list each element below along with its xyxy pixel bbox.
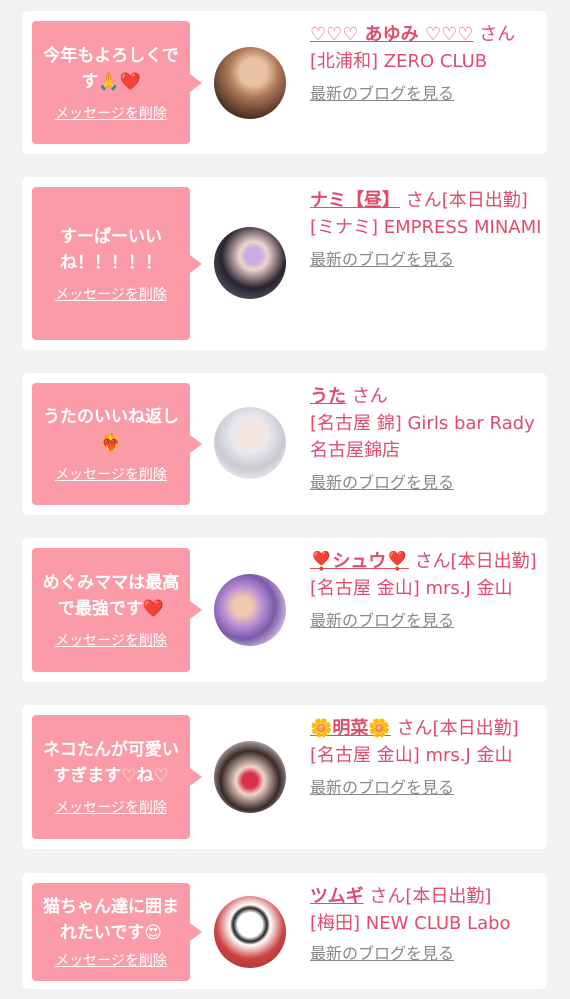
message-bubble: 猫ちゃん達に囲まれたいです😍 メッセージを削除 bbox=[32, 883, 202, 981]
sender-suffix: さん bbox=[479, 24, 516, 45]
sender-name-link[interactable]: 🌼明菜🌼 bbox=[310, 718, 391, 739]
delete-message-link[interactable]: メッセージを削除 bbox=[55, 950, 167, 970]
shop-label: [名古屋 錦] Girls bar Rady 名古屋錦店 bbox=[310, 413, 535, 461]
blog-link[interactable]: 最新のブログを見る bbox=[310, 610, 542, 632]
sender-info: ❣️シュウ❣️ さん[本日出勤] [名古屋 金山] mrs.J 金山 最新のブロ… bbox=[310, 548, 542, 632]
message-bubble: ネコたんが可愛いすぎます♡ね♡ メッセージを削除 bbox=[32, 715, 202, 839]
message-bubble: めぐみママは最高で最強です❤️ メッセージを削除 bbox=[32, 548, 202, 672]
message-card: うたのいいね返し❤️‍🔥 メッセージを削除 うた さん [名古屋 錦] Girl… bbox=[22, 373, 547, 515]
delete-message-link[interactable]: メッセージを削除 bbox=[55, 284, 167, 304]
sender-name-link[interactable]: ♡♡♡ あゆみ ♡♡♡ bbox=[310, 24, 473, 45]
message-card: ネコたんが可愛いすぎます♡ね♡ メッセージを削除 🌼明菜🌼 さん[本日出勤] [… bbox=[22, 705, 547, 849]
sender-info: ナミ【昼】 さん[本日出勤] [ミナミ] EMPRESS MINAMI 最新のブ… bbox=[310, 187, 542, 271]
sender-suffix: さん bbox=[351, 386, 388, 407]
delete-message-link[interactable]: メッセージを削除 bbox=[55, 797, 167, 817]
avatar[interactable] bbox=[214, 896, 286, 968]
delete-message-link[interactable]: メッセージを削除 bbox=[55, 103, 167, 123]
shop-label: [名古屋 金山] mrs.J 金山 bbox=[310, 578, 513, 599]
message-card: すーぱーいいね！！！！！ メッセージを削除 ナミ【昼】 さん[本日出勤] [ミナ… bbox=[22, 177, 547, 350]
sender-name-link[interactable]: ❣️シュウ❣️ bbox=[310, 551, 409, 572]
sender-info: 🌼明菜🌼 さん[本日出勤] [名古屋 金山] mrs.J 金山 最新のブログを見… bbox=[310, 715, 542, 799]
sender-suffix: さん[本日出勤] bbox=[405, 190, 528, 211]
shop-label: [ミナミ] EMPRESS MINAMI bbox=[310, 217, 542, 238]
blog-link[interactable]: 最新のブログを見る bbox=[310, 777, 542, 799]
message-text: ネコたんが可愛いすぎます♡ね♡ bbox=[43, 740, 179, 786]
shop-label: [名古屋 金山] mrs.J 金山 bbox=[310, 745, 513, 766]
blog-link[interactable]: 最新のブログを見る bbox=[310, 943, 542, 965]
sender-suffix: さん[本日出勤] bbox=[369, 886, 492, 907]
sender-name-link[interactable]: うた bbox=[310, 386, 346, 407]
sender-suffix: さん[本日出勤] bbox=[414, 551, 537, 572]
avatar[interactable] bbox=[214, 574, 286, 646]
blog-link[interactable]: 最新のブログを見る bbox=[310, 83, 542, 105]
blog-link[interactable]: 最新のブログを見る bbox=[310, 249, 542, 271]
sender-suffix: さん[本日出勤] bbox=[396, 718, 519, 739]
message-text: すーぱーいいね！！！！！ bbox=[60, 226, 162, 273]
message-card: 今年もよろしくです🙏❤️ メッセージを削除 ♡♡♡ あゆみ ♡♡♡ さん [北浦… bbox=[22, 11, 547, 154]
message-text: うたのいいね返し❤️‍🔥 bbox=[43, 407, 179, 453]
delete-message-link[interactable]: メッセージを削除 bbox=[55, 630, 167, 650]
message-text: 今年もよろしくです🙏❤️ bbox=[43, 45, 179, 92]
message-bubble: うたのいいね返し❤️‍🔥 メッセージを削除 bbox=[32, 383, 202, 505]
message-card: めぐみママは最高で最強です❤️ メッセージを削除 ❣️シュウ❣️ さん[本日出勤… bbox=[22, 538, 547, 682]
shop-label: [北浦和] ZERO CLUB bbox=[310, 51, 488, 72]
message-card: 猫ちゃん達に囲まれたいです😍 メッセージを削除 ツムギ さん[本日出勤] [梅田… bbox=[22, 873, 547, 989]
sender-info: ♡♡♡ あゆみ ♡♡♡ さん [北浦和] ZERO CLUB 最新のブログを見る bbox=[310, 21, 542, 105]
sender-info: うた さん [名古屋 錦] Girls bar Rady 名古屋錦店 最新のブロ… bbox=[310, 383, 542, 494]
message-bubble: 今年もよろしくです🙏❤️ メッセージを削除 bbox=[32, 21, 202, 144]
sender-name-link[interactable]: ツムギ bbox=[310, 886, 364, 907]
blog-link[interactable]: 最新のブログを見る bbox=[310, 472, 542, 494]
message-text: めぐみママは最高で最強です❤️ bbox=[42, 573, 180, 619]
sender-name-link[interactable]: ナミ【昼】 bbox=[310, 190, 400, 211]
avatar[interactable] bbox=[214, 407, 286, 479]
message-text: 猫ちゃん達に囲まれたいです😍 bbox=[43, 897, 179, 943]
avatar[interactable] bbox=[214, 741, 286, 813]
avatar[interactable] bbox=[214, 47, 286, 119]
message-bubble: すーぱーいいね！！！！！ メッセージを削除 bbox=[32, 187, 202, 340]
sender-info: ツムギ さん[本日出勤] [梅田] NEW CLUB Labo 最新のブログを見… bbox=[310, 883, 542, 965]
delete-message-link[interactable]: メッセージを削除 bbox=[55, 464, 167, 484]
avatar[interactable] bbox=[214, 227, 286, 299]
shop-label: [梅田] NEW CLUB Labo bbox=[310, 913, 511, 934]
